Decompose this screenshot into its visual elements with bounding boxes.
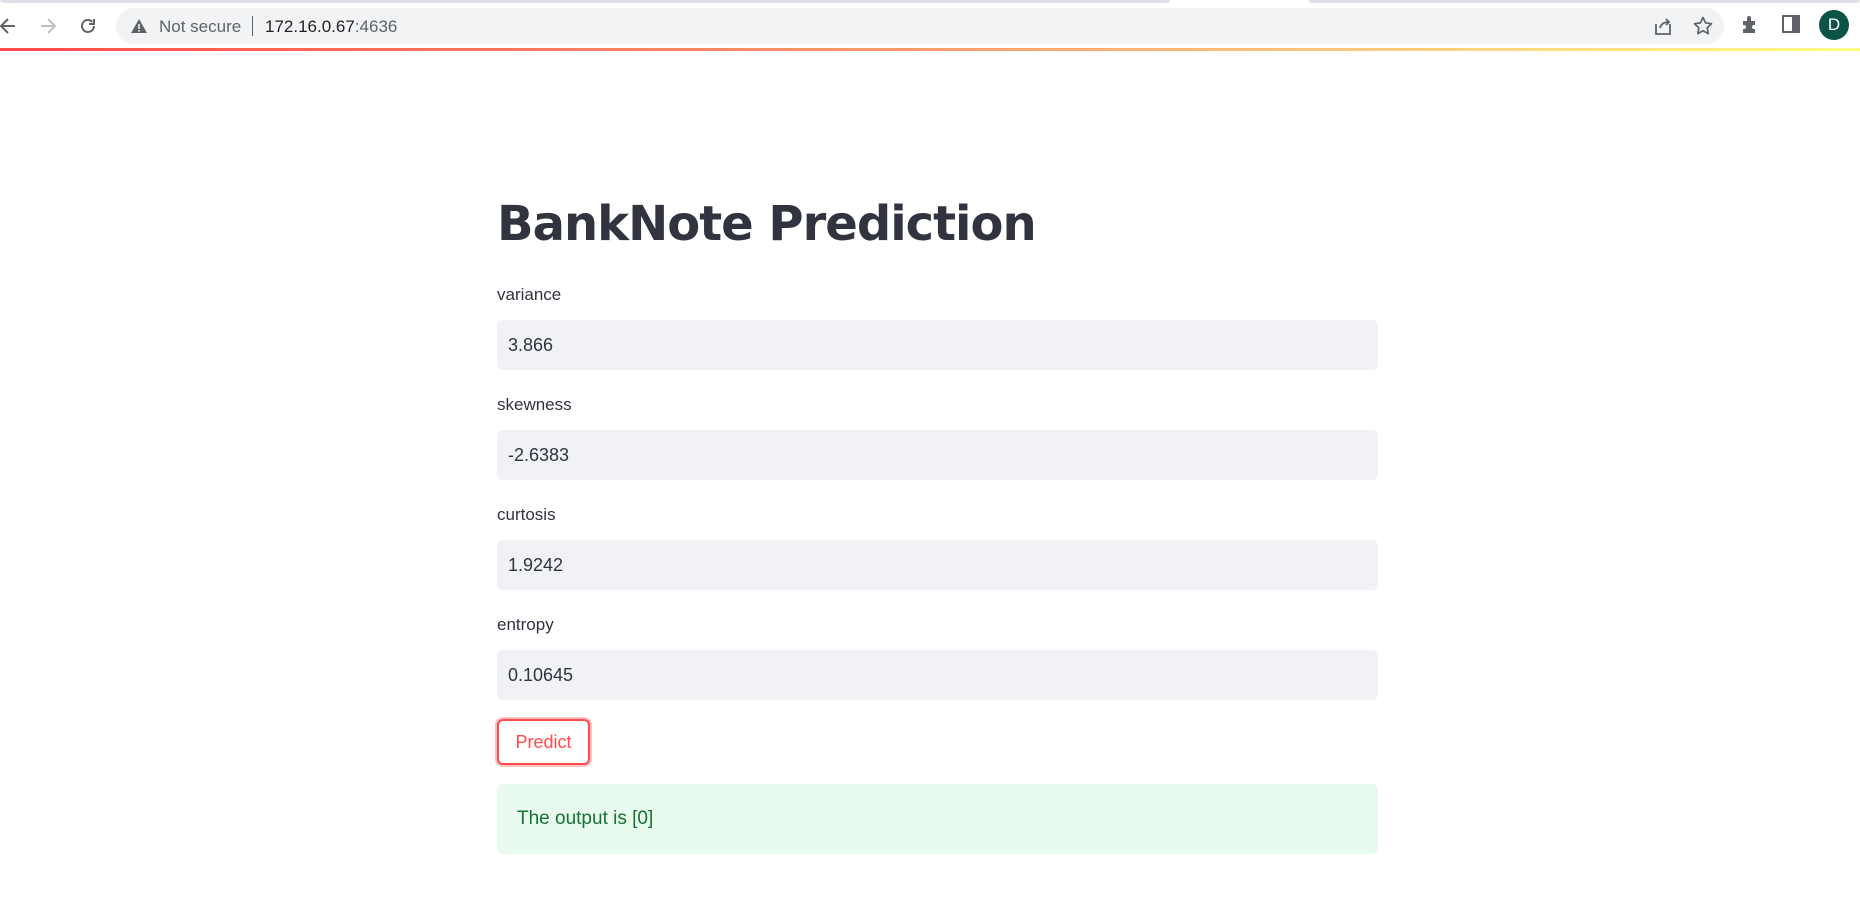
- skewness-input[interactable]: [497, 430, 1378, 480]
- extensions-puzzle-icon[interactable]: [1740, 13, 1762, 35]
- tab-strip-edge: [1308, 0, 1860, 3]
- predict-button[interactable]: Predict: [497, 719, 590, 765]
- entropy-label: entropy: [497, 615, 554, 634]
- curtosis-label: curtosis: [497, 505, 556, 524]
- star-icon[interactable]: [1692, 15, 1714, 37]
- curtosis-input[interactable]: [497, 540, 1378, 590]
- entropy-input[interactable]: [497, 650, 1378, 700]
- security-label[interactable]: Not secure: [159, 17, 241, 37]
- url-port: :4636: [354, 17, 398, 36]
- url-text[interactable]: 172.16.0.67:4636: [265, 17, 397, 37]
- browser-toolbar: Not secure 172.16.0.67:4636 D: [0, 0, 1860, 48]
- profile-avatar[interactable]: D: [1819, 10, 1849, 40]
- app-decoration-bar: [0, 48, 1860, 51]
- arrow-left-icon: [0, 18, 15, 34]
- page-title: BankNote Prediction: [497, 196, 1037, 252]
- reload-button[interactable]: [72, 10, 104, 42]
- arrow-right-icon: [41, 18, 57, 34]
- share-icon[interactable]: [1652, 15, 1674, 37]
- url-host: 172.16.0.67: [265, 17, 355, 36]
- address-bar[interactable]: Not secure 172.16.0.67:4636: [116, 8, 1724, 44]
- divider: [252, 16, 253, 36]
- forward-button[interactable]: [32, 10, 64, 42]
- reload-icon: [81, 19, 95, 33]
- output-text: The output is [0]: [517, 808, 654, 829]
- tab-strip-edge: [0, 0, 1170, 3]
- success-alert: The output is [0]: [497, 784, 1378, 854]
- skewness-label: skewness: [497, 395, 572, 414]
- variance-input[interactable]: [497, 320, 1378, 370]
- variance-label: variance: [497, 285, 562, 304]
- warning-icon: [131, 19, 147, 33]
- side-panel-icon[interactable]: [1781, 14, 1801, 34]
- back-button[interactable]: [0, 10, 24, 42]
